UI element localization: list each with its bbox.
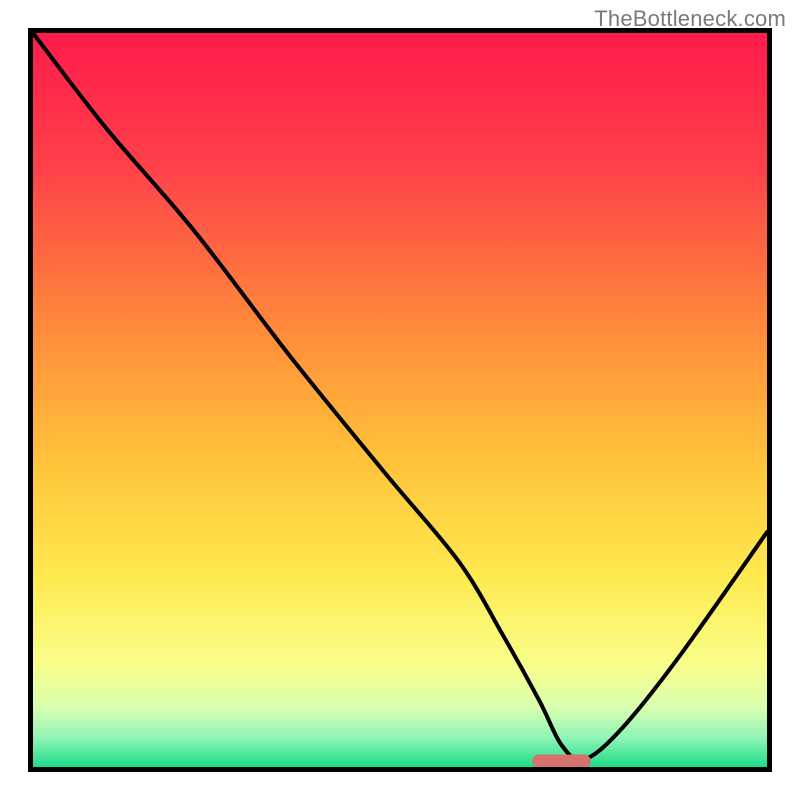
chart-stage: TheBottleneck.com [0,0,800,800]
optimal-marker [33,33,767,767]
plot-area [33,33,767,767]
plot-frame [28,28,772,772]
